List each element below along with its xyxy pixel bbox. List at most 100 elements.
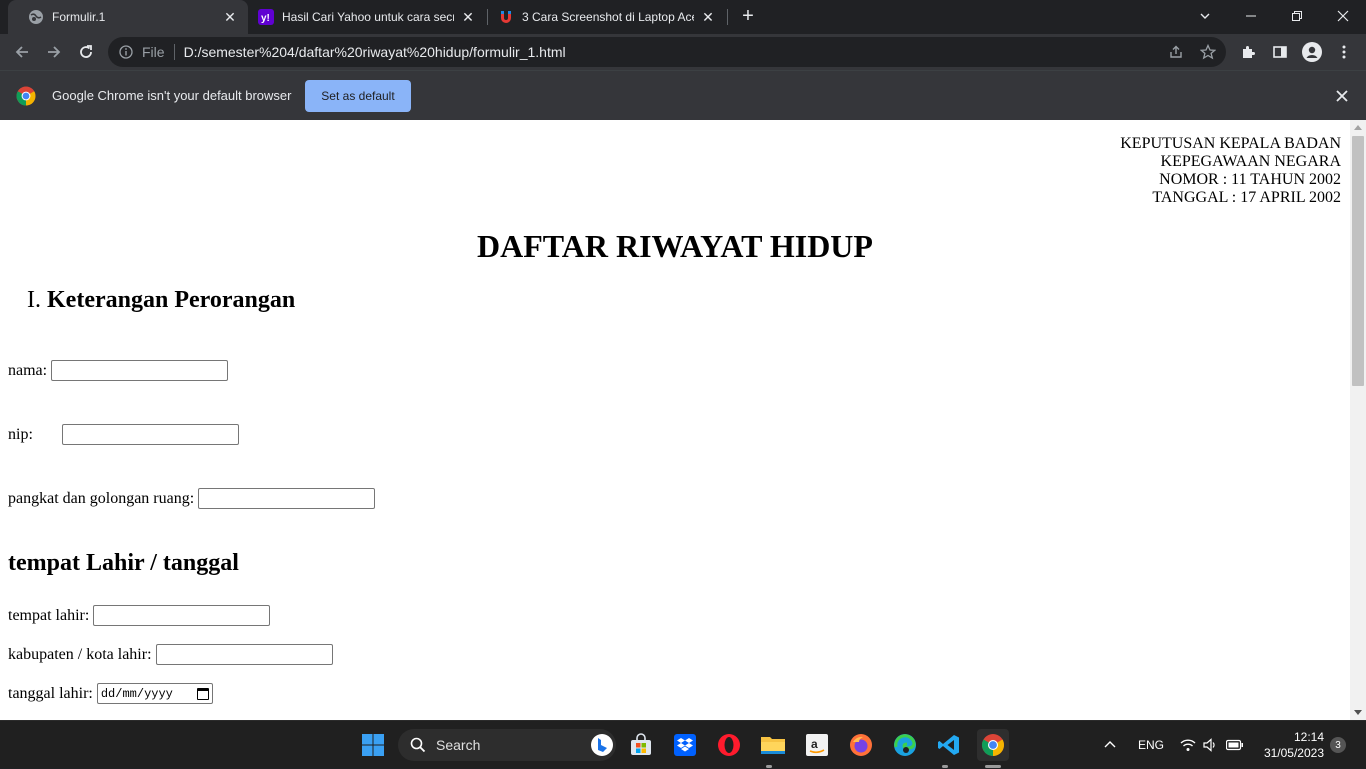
decree-header: KEPUTUSAN KEPALA BADAN KEPEGAWAAN NEGARA… <box>1120 135 1341 207</box>
tanggal-lahir-label: tanggal lahir: <box>8 684 93 702</box>
kabupaten-row: kabupaten / kota lahir: <box>8 644 333 665</box>
scheme-label: File <box>142 44 165 60</box>
address-divider <box>173 44 175 60</box>
url-text[interactable]: D:/semester%204/daftar%20riwayat%20hidup… <box>184 44 566 60</box>
reload-icon[interactable] <box>74 40 98 64</box>
vertical-scrollbar[interactable] <box>1350 120 1366 720</box>
subsection-title: tempat Lahir / tanggal <box>8 550 239 576</box>
tab-title: Hasil Cari Yahoo untuk cara secre <box>282 10 454 24</box>
close-tab-icon[interactable]: ✕ <box>460 9 476 25</box>
edge-icon[interactable] <box>889 729 921 761</box>
page-title: DAFTAR RIWAYAT HIDUP <box>477 228 873 264</box>
scrollbar-thumb[interactable] <box>1352 136 1364 386</box>
restore-button[interactable] <box>1274 0 1320 32</box>
info-icon[interactable] <box>118 44 134 60</box>
scroll-up-arrow[interactable] <box>1354 125 1362 130</box>
store-icon[interactable] <box>625 729 657 761</box>
yahoo-icon: y! <box>258 9 274 25</box>
bing-icon[interactable] <box>590 733 614 757</box>
kebab-menu-icon[interactable] <box>1332 40 1356 64</box>
tab-formulir[interactable]: Formulir.1 ✕ <box>8 0 248 34</box>
section-number: I. <box>27 287 41 313</box>
vscode-icon[interactable] <box>933 729 965 761</box>
profile-avatar-icon[interactable] <box>1300 40 1324 64</box>
tanggal-lahir-date-input[interactable]: dd/mm/yyyy <box>96 683 213 704</box>
calendar-icon[interactable] <box>196 687 209 700</box>
globe-icon <box>28 9 44 25</box>
decree-line: TANGGAL : 17 APRIL 2002 <box>1152 189 1341 206</box>
windows-taskbar: Search a ENG 12:14 31/05/2023 3 <box>0 720 1366 768</box>
forward-icon[interactable] <box>42 40 66 64</box>
wifi-icon[interactable] <box>1180 721 1196 769</box>
pangkat-input[interactable] <box>198 488 376 509</box>
scroll-down-arrow[interactable] <box>1354 710 1362 715</box>
back-icon[interactable] <box>10 40 34 64</box>
tempat-lahir-input[interactable] <box>93 605 271 626</box>
svg-text:y!: y! <box>261 13 270 24</box>
address-bar[interactable]: File D:/semester%204/daftar%20riwayat%20… <box>108 37 1226 67</box>
tab-title: 3 Cara Screenshot di Laptop Acer <box>522 10 694 24</box>
new-tab-button[interactable]: + <box>736 5 760 29</box>
windows-start-icon[interactable] <box>357 729 389 761</box>
tab-search-icon[interactable] <box>1182 0 1228 32</box>
decree-line: NOMOR : 11 TAHUN 2002 <box>1159 171 1341 188</box>
clock-time: 12:14 <box>1293 730 1324 744</box>
amazon-icon[interactable]: a <box>801 729 833 761</box>
date-placeholder: dd/mm/yyyy <box>100 686 173 701</box>
battery-icon[interactable] <box>1226 721 1244 769</box>
show-hidden-icons[interactable] <box>1104 721 1116 769</box>
side-panel-icon[interactable] <box>1268 40 1292 64</box>
notification-badge[interactable]: 3 <box>1330 737 1346 753</box>
share-icon[interactable] <box>1164 40 1188 64</box>
set-as-default-button[interactable]: Set as default <box>305 80 411 112</box>
kabupaten-input[interactable] <box>155 644 333 665</box>
tanggal-lahir-row: tanggal lahir: dd/mm/yyyy <box>8 683 213 704</box>
close-window-button[interactable] <box>1320 0 1366 32</box>
extensions-icon[interactable] <box>1236 40 1260 64</box>
nip-row: nip: <box>8 424 239 445</box>
opera-icon[interactable] <box>713 729 745 761</box>
section-title: Keterangan Perorangan <box>47 287 296 313</box>
svg-text:a: a <box>811 737 818 751</box>
clock[interactable]: 12:14 31/05/2023 <box>1258 729 1324 761</box>
browser-toolbar: File D:/semester%204/daftar%20riwayat%20… <box>0 34 1366 70</box>
nama-label: nama: <box>8 361 48 379</box>
magnet-icon <box>498 9 514 25</box>
search-label: Search <box>436 737 481 753</box>
nama-input[interactable] <box>51 360 229 381</box>
language-indicator[interactable]: ENG <box>1138 721 1164 769</box>
tab-strip: Formulir.1 ✕ y! Hasil Cari Yahoo untuk c… <box>0 0 1366 34</box>
search-icon <box>410 737 426 753</box>
taskbar-search[interactable]: Search <box>398 729 616 761</box>
decree-line: KEPEGAWAAN NEGARA <box>1160 153 1341 170</box>
tab-yahoo-search[interactable]: y! Hasil Cari Yahoo untuk cara secre ✕ <box>248 0 486 34</box>
decree-line: KEPUTUSAN KEPALA BADAN <box>1120 135 1341 152</box>
section-heading: I. Keterangan Perorangan <box>27 287 295 314</box>
close-tab-icon[interactable]: ✕ <box>700 9 716 25</box>
clock-date: 31/05/2023 <box>1263 746 1324 760</box>
close-tab-icon[interactable]: ✕ <box>222 9 238 25</box>
page-content: KEPUTUSAN KEPALA BADAN KEPEGAWAAN NEGARA… <box>0 120 1350 720</box>
file-explorer-icon[interactable] <box>757 729 789 761</box>
tab-divider <box>727 9 728 25</box>
firefox-icon[interactable] <box>845 729 877 761</box>
pangkat-label: pangkat dan golongan ruang: <box>8 489 195 507</box>
kabupaten-label: kabupaten / kota lahir: <box>8 645 152 663</box>
nip-input[interactable] <box>61 424 239 445</box>
volume-icon[interactable] <box>1203 721 1217 769</box>
tempat-lahir-label: tempat lahir: <box>8 606 90 624</box>
infobar-message: Google Chrome isn't your default browser <box>52 88 292 103</box>
bookmark-star-icon[interactable] <box>1196 40 1220 64</box>
tempat-lahir-row: tempat lahir: <box>8 605 271 626</box>
chrome-taskbar-icon[interactable] <box>977 729 1009 761</box>
nama-row: nama: <box>8 360 229 381</box>
minimize-button[interactable] <box>1228 0 1274 32</box>
nip-label: nip: <box>8 425 33 443</box>
tab-screenshot-article[interactable]: 3 Cara Screenshot di Laptop Acer ✕ <box>488 0 726 34</box>
chrome-logo-icon <box>16 86 36 106</box>
dropbox-icon[interactable] <box>669 729 701 761</box>
pangkat-row: pangkat dan golongan ruang: <box>8 488 376 509</box>
tab-title: Formulir.1 <box>52 10 106 24</box>
default-browser-infobar: Google Chrome isn't your default browser… <box>0 70 1366 120</box>
close-infobar-icon[interactable] <box>1332 86 1352 106</box>
